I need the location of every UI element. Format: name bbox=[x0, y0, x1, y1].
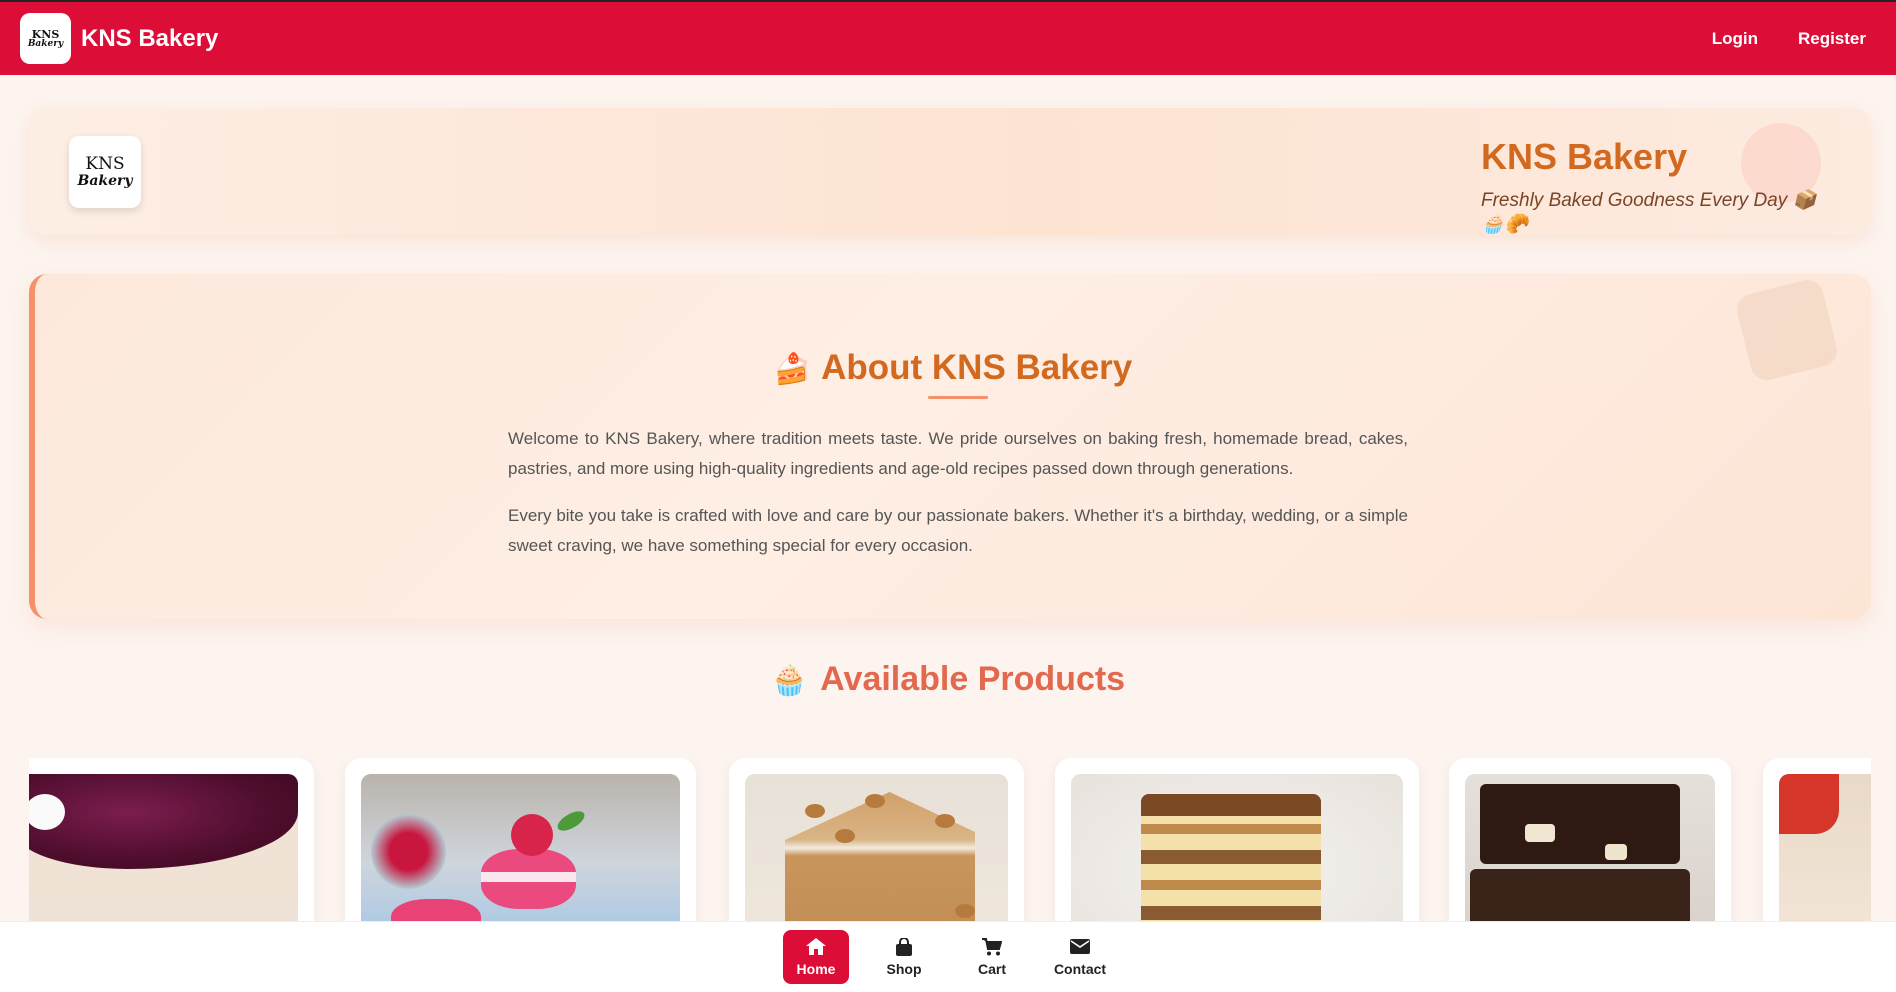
about-paragraph: Every bite you take is crafted with love… bbox=[508, 506, 1408, 555]
tab-home[interactable]: Home bbox=[783, 930, 849, 984]
brand-logo-text-bottom: Bakery bbox=[27, 38, 64, 49]
cart-icon bbox=[982, 937, 1002, 956]
tab-home-label: Home bbox=[796, 960, 836, 977]
product-card[interactable] bbox=[1763, 758, 1871, 928]
top-navbar: KNS Bakery KNS Bakery Login Register bbox=[0, 0, 1896, 75]
about-heading-text: About KNS Bakery bbox=[821, 348, 1133, 387]
about-heading: 🍰 About KNS Bakery bbox=[35, 348, 1871, 388]
bottom-tab-bar: Home Shop Cart Contact bbox=[0, 921, 1896, 992]
hero-title: KNS Bakery bbox=[1481, 136, 1688, 177]
login-link[interactable]: Login bbox=[1712, 29, 1758, 49]
product-image-tiramisu bbox=[1071, 774, 1403, 928]
about-section: 🍰 About KNS Bakery Welcome to KNS Bakery,… bbox=[29, 274, 1871, 619]
product-card[interactable] bbox=[729, 758, 1024, 928]
product-card[interactable] bbox=[1055, 758, 1419, 928]
product-image-brownies bbox=[1465, 774, 1715, 928]
cupcake-icon: 🧁 bbox=[770, 664, 809, 697]
cake-icon: 🍰 bbox=[773, 353, 812, 386]
product-image-macarons bbox=[361, 774, 680, 928]
shopping-bag-icon bbox=[894, 937, 914, 956]
product-image-blueberry-cheesecake bbox=[29, 774, 298, 928]
register-link[interactable]: Register bbox=[1798, 29, 1866, 49]
product-card[interactable] bbox=[1449, 758, 1731, 928]
tab-contact[interactable]: Contact bbox=[1047, 930, 1113, 984]
hero-logo-text-top: KNS bbox=[85, 153, 125, 174]
product-image-strawberry-cheesecake bbox=[1779, 774, 1871, 928]
envelope-icon bbox=[1070, 938, 1090, 956]
tab-shop[interactable]: Shop bbox=[871, 930, 937, 984]
heading-underline bbox=[928, 396, 988, 399]
hero-logo-text-bottom: Bakery bbox=[77, 172, 133, 189]
tab-shop-label: Shop bbox=[886, 960, 922, 977]
product-card[interactable] bbox=[345, 758, 696, 928]
brand[interactable]: KNS Bakery KNS Bakery bbox=[20, 13, 218, 64]
hero-banner: KNS Bakery KNS Bakery Freshly Baked Good… bbox=[29, 108, 1871, 235]
brand-logo: KNS Bakery bbox=[20, 13, 71, 64]
products-heading: 🧁 Available Products bbox=[0, 660, 1896, 699]
hero-subtitle: Freshly Baked Goodness Every Day 📦🧁🥐 bbox=[1481, 190, 1817, 235]
tab-contact-label: Contact bbox=[1053, 960, 1107, 977]
hero-text: KNS Bakery Freshly Baked Goodness Every … bbox=[1481, 136, 1831, 236]
product-card[interactable] bbox=[29, 758, 314, 928]
about-paragraph: Welcome to KNS Bakery, where tradition m… bbox=[508, 429, 1408, 478]
products-heading-text: Available Products bbox=[820, 660, 1126, 698]
about-body: Welcome to KNS Bakery, where tradition m… bbox=[508, 424, 1408, 578]
product-carousel[interactable] bbox=[29, 758, 1871, 928]
brand-name[interactable]: KNS Bakery bbox=[81, 25, 218, 53]
brand-logo-text-top: KNS bbox=[31, 27, 60, 41]
hero-logo: KNS Bakery bbox=[69, 136, 141, 208]
home-icon bbox=[806, 938, 826, 956]
product-image-carrot-cake bbox=[745, 774, 1008, 928]
auth-links: Login Register bbox=[1712, 29, 1876, 49]
tab-cart[interactable]: Cart bbox=[959, 930, 1025, 984]
tab-cart-label: Cart bbox=[977, 960, 1006, 977]
